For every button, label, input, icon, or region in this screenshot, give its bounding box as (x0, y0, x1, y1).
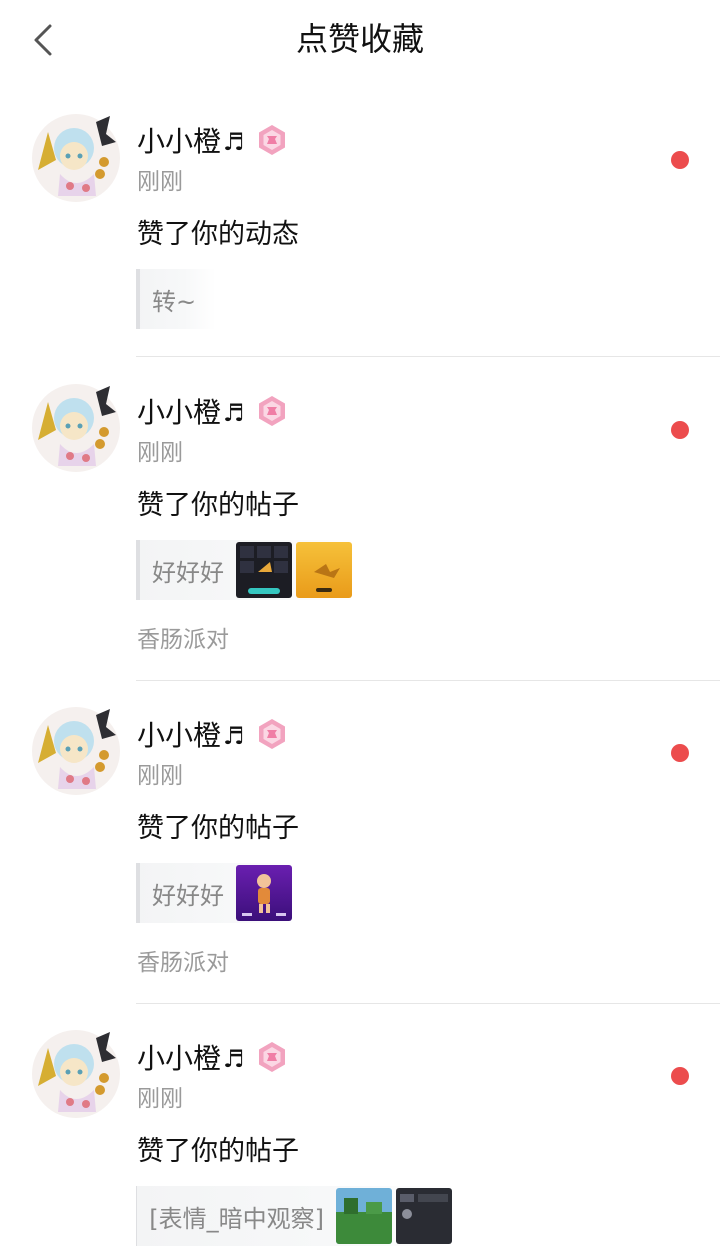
post-thumbnail[interactable] (336, 1188, 392, 1244)
header: 点赞收藏 (0, 0, 720, 80)
timestamp: 刚刚 (137, 1086, 183, 1112)
username[interactable]: 小小橙♬ (137, 395, 245, 431)
action-text: 赞了你的帖子 (137, 490, 299, 521)
action-text: 赞了你的帖子 (137, 1136, 299, 1167)
quote-text: 好好好 (152, 558, 224, 587)
quoted-post[interactable]: [表情_暗中观察] (136, 1186, 452, 1246)
post-thumbnail[interactable] (396, 1188, 452, 1244)
topic-tag[interactable]: 香肠派对 (137, 948, 229, 978)
avatar[interactable] (30, 382, 122, 474)
username[interactable]: 小小橙♬ (137, 1041, 245, 1077)
timestamp: 刚刚 (137, 763, 183, 789)
level-badge-icon (256, 124, 288, 156)
quote-text: [表情_暗中观察] (149, 1204, 324, 1233)
username[interactable]: 小小橙♬ (137, 718, 245, 754)
timestamp: 刚刚 (137, 169, 183, 195)
unread-dot (671, 744, 689, 762)
level-badge-icon (256, 718, 288, 750)
quoted-post[interactable]: 转~ (136, 269, 216, 329)
action-text: 赞了你的帖子 (137, 813, 299, 844)
post-thumbnail[interactable] (236, 542, 292, 598)
avatar[interactable] (30, 705, 122, 797)
unread-dot (671, 151, 689, 169)
action-text: 赞了你的动态 (137, 219, 299, 250)
username-text: 小小橙 (137, 719, 222, 752)
username-text: 小小橙 (137, 1042, 222, 1075)
unread-dot (671, 1067, 689, 1085)
level-badge-icon (256, 1041, 288, 1073)
timestamp: 刚刚 (137, 440, 183, 466)
music-note-icon: ♬ (223, 1045, 245, 1073)
music-note-icon: ♬ (223, 128, 245, 156)
divider (136, 1003, 720, 1004)
avatar[interactable] (30, 1028, 122, 1120)
username[interactable]: 小小橙♬ (137, 124, 245, 160)
post-thumbnail[interactable] (296, 542, 352, 598)
topic-tag[interactable]: 香肠派对 (137, 625, 229, 655)
quoted-post[interactable]: 好好好 (136, 540, 356, 600)
unread-dot (671, 421, 689, 439)
post-thumbnail[interactable] (236, 865, 292, 921)
quoted-post[interactable]: 好好好 (136, 863, 296, 923)
divider (136, 680, 720, 681)
level-badge-icon (256, 395, 288, 427)
username-text: 小小橙 (137, 125, 222, 158)
quote-text: 转~ (152, 287, 197, 316)
page-title: 点赞收藏 (295, 20, 424, 58)
music-note-icon: ♬ (223, 399, 245, 427)
username-text: 小小橙 (137, 396, 222, 429)
quote-text: 好好好 (152, 881, 224, 910)
divider (136, 356, 720, 357)
avatar[interactable] (30, 112, 122, 204)
music-note-icon: ♬ (223, 722, 245, 750)
